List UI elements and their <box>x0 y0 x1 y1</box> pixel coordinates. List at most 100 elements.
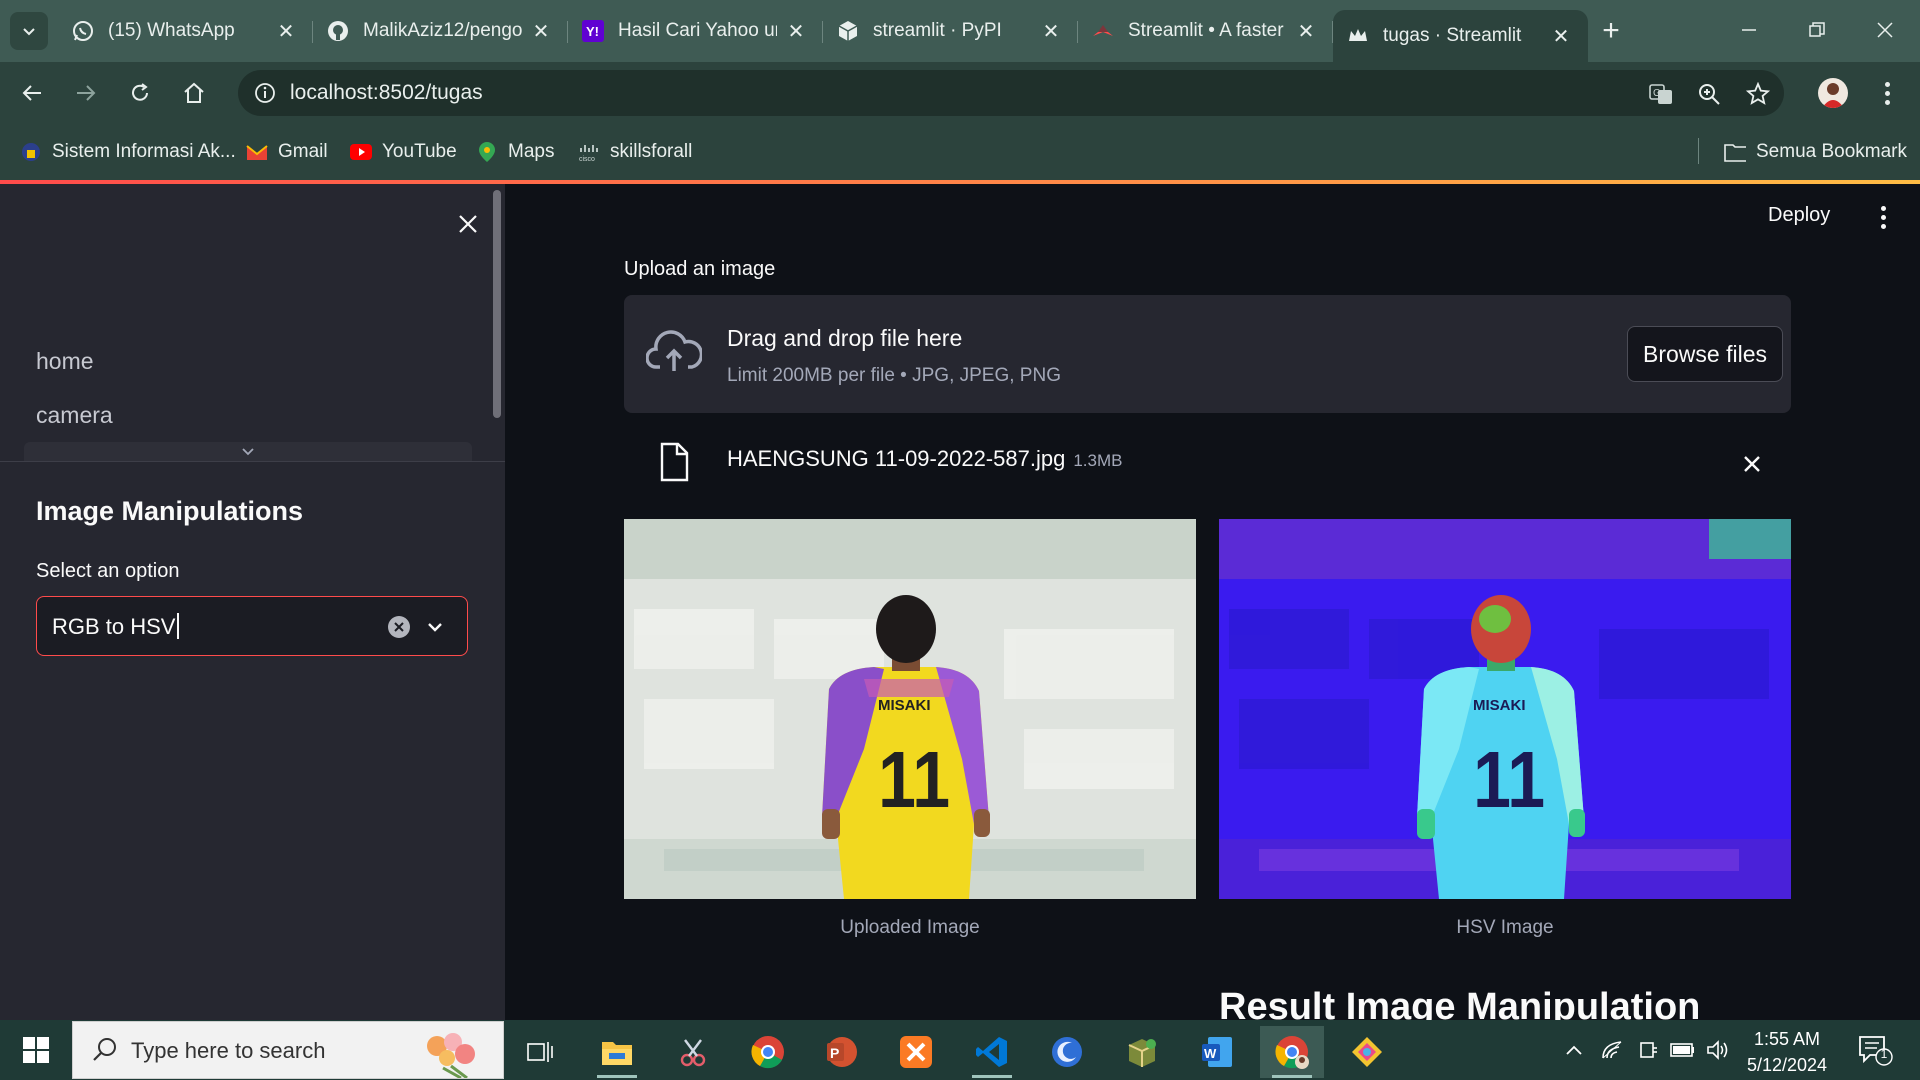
gmail-icon <box>246 141 268 163</box>
taskbar-snipping-tool[interactable] <box>661 1026 725 1078</box>
start-button[interactable] <box>12 1030 60 1070</box>
clear-icon <box>394 622 404 632</box>
taskbar-search-box[interactable]: Type here to search <box>72 1021 504 1079</box>
taskbar-app-package[interactable] <box>1110 1026 1174 1078</box>
option-select[interactable]: RGB to HSV <box>36 596 468 656</box>
bookmark-skillsforall[interactable]: cisco skillsforall <box>578 138 692 166</box>
new-tab-button[interactable]: + <box>1593 14 1629 50</box>
restore-button[interactable] <box>1783 8 1851 52</box>
svg-text:cisco: cisco <box>579 156 595 162</box>
tab-streamlit-home[interactable]: Streamlit • A faster ✕ <box>1078 10 1333 52</box>
nav-label: home <box>36 347 94 374</box>
vscode-icon <box>976 1037 1007 1067</box>
tab-close-icon[interactable]: ✕ <box>1038 18 1064 44</box>
sidebar-nav: home camera <box>24 334 472 442</box>
windows-icon <box>23 1037 49 1063</box>
home-button[interactable] <box>176 75 212 111</box>
tab-yahoo[interactable]: Y! Hasil Cari Yahoo ur ✕ <box>568 10 823 52</box>
file-dropzone[interactable]: Drag and drop file here Limit 200MB per … <box>624 295 1791 413</box>
sidebar-scrollbar[interactable] <box>493 190 501 418</box>
sidebar-item-camera[interactable]: camera <box>24 388 472 442</box>
zoom-icon[interactable] <box>1695 80 1723 108</box>
notification-count: 1 <box>1880 1047 1888 1061</box>
taskbar-browser-app[interactable] <box>1035 1026 1099 1078</box>
forward-button[interactable] <box>68 75 104 111</box>
github-icon <box>327 20 349 42</box>
git-diamond-icon <box>1352 1037 1382 1067</box>
arrow-right-icon <box>77 85 96 101</box>
cisco-icon: cisco <box>578 141 600 163</box>
profile-avatar[interactable] <box>1818 78 1848 108</box>
notification-center-button[interactable]: 1 <box>1858 1034 1894 1066</box>
device-icon[interactable] <box>1636 1038 1660 1062</box>
streamlit-sidebar: home camera Image Manipulations Select a… <box>0 184 505 1020</box>
folder-icon <box>1724 141 1746 163</box>
tab-pypi[interactable]: streamlit · PyPI ✕ <box>823 10 1078 52</box>
address-bar[interactable]: localhost:8502/tugas G <box>238 70 1784 116</box>
tab-close-icon[interactable]: ✕ <box>783 18 809 44</box>
file-name-wrap: HAENGSUNG 11-09-2022-587.jpg 1.3MB <box>727 446 1122 472</box>
svg-text:Y!: Y! <box>586 24 599 39</box>
browser-menu-button[interactable] <box>1872 76 1902 110</box>
bookmark-maps[interactable]: Maps <box>476 138 554 166</box>
taskbar-vscode[interactable] <box>960 1026 1024 1078</box>
battery-icon[interactable] <box>1670 1038 1694 1062</box>
deploy-button[interactable]: Deploy <box>1768 204 1830 227</box>
back-button[interactable] <box>14 75 50 111</box>
all-bookmarks-button[interactable]: Semua Bookmark <box>1724 138 1907 166</box>
taskbar-git-app[interactable] <box>1335 1026 1399 1078</box>
taskbar-word[interactable]: W <box>1185 1026 1249 1078</box>
task-view-button[interactable] <box>508 1026 572 1078</box>
jersey-name: MISAKI <box>1473 697 1526 714</box>
main-menu-button[interactable] <box>1873 204 1893 230</box>
tab-search-button[interactable] <box>10 12 48 50</box>
tab-title: streamlit · PyPI <box>873 20 1002 41</box>
taskbar-xampp[interactable] <box>884 1026 948 1078</box>
jersey-number: 11 <box>878 735 950 824</box>
chevron-up-icon[interactable] <box>1562 1038 1586 1062</box>
tab-close-icon[interactable]: ✕ <box>273 18 299 44</box>
clear-selection-button[interactable] <box>388 616 410 638</box>
bookmark-label: Gmail <box>278 141 328 162</box>
sidebar-close-button[interactable] <box>452 208 484 240</box>
taskbar-chrome[interactable] <box>736 1026 800 1078</box>
tab-tugas-streamlit[interactable]: tugas · Streamlit ✕ <box>1333 10 1588 62</box>
sidebar-nav-expand-button[interactable] <box>24 442 472 462</box>
minimize-button[interactable] <box>1715 8 1783 52</box>
taskbar-file-explorer[interactable] <box>585 1026 649 1078</box>
bookmark-star-icon[interactable] <box>1744 80 1772 108</box>
tab-title: tugas · Streamlit <box>1383 25 1522 46</box>
bookmarks-divider <box>1698 138 1699 164</box>
system-clock[interactable]: 1:55 AM 5/12/2024 <box>1722 1026 1852 1078</box>
remove-file-button[interactable] <box>1738 450 1766 478</box>
close-window-button[interactable] <box>1851 8 1919 52</box>
uploaded-file-row: HAENGSUNG 11-09-2022-587.jpg 1.3MB <box>624 434 1791 494</box>
bookmark-label: Maps <box>508 141 555 162</box>
clock-time: 1:55 AM <box>1753 1029 1821 1049</box>
dropzone-title: Drag and drop file here <box>727 325 963 351</box>
search-placeholder: Type here to search <box>131 1038 326 1063</box>
site-info-icon[interactable] <box>242 70 288 116</box>
reload-button[interactable] <box>122 75 158 111</box>
tab-close-icon[interactable]: ✕ <box>1293 18 1319 44</box>
tab-github[interactable]: MalikAziz12/pengo ✕ <box>313 10 568 52</box>
bookmark-sistem-informasi[interactable]: Sistem Informasi Ak... <box>20 138 236 166</box>
tab-whatsapp[interactable]: (15) WhatsApp ✕ <box>58 10 313 52</box>
sidebar-item-home[interactable]: home <box>24 334 472 388</box>
browser-toolbar: localhost:8502/tugas G <box>0 62 1920 124</box>
taskbar-chrome-profile[interactable] <box>1260 1026 1324 1078</box>
snipping-icon <box>680 1039 706 1067</box>
close-icon <box>459 215 477 233</box>
translate-icon[interactable]: G <box>1647 80 1675 108</box>
hsv-image: MISAKI 11 <box>1219 519 1791 899</box>
browse-files-button[interactable]: Browse files <box>1627 326 1783 382</box>
tab-close-icon[interactable]: ✕ <box>1548 23 1574 49</box>
taskbar-powerpoint[interactable]: P <box>810 1026 874 1078</box>
dropdown-toggle[interactable] <box>423 615 447 639</box>
bookmark-gmail[interactable]: Gmail <box>246 138 328 166</box>
tab-close-icon[interactable]: ✕ <box>528 18 554 44</box>
bookmark-label: Sistem Informasi Ak... <box>52 141 236 162</box>
chrome-profile-icon <box>1275 1036 1309 1069</box>
bookmark-youtube[interactable]: YouTube <box>350 138 457 166</box>
wifi-icon[interactable] <box>1600 1038 1624 1062</box>
